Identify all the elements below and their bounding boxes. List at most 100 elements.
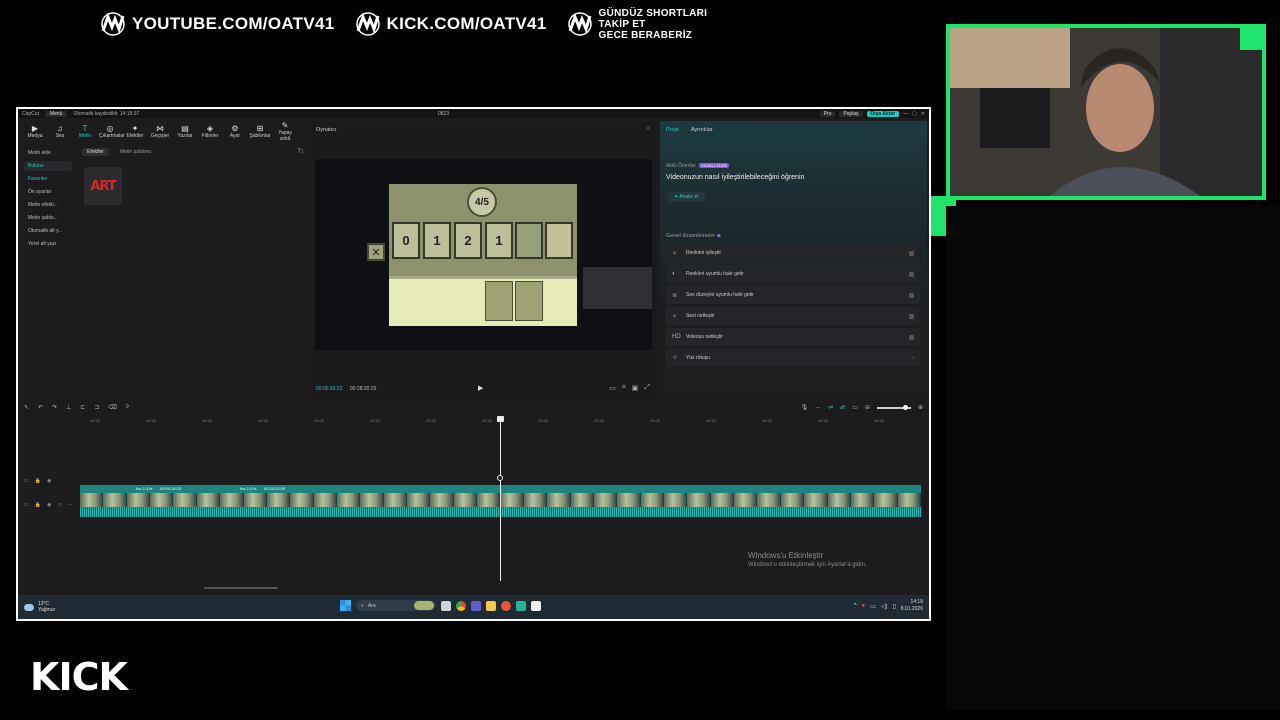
clip-frame	[547, 493, 571, 507]
lock-icon[interactable]: 🔒	[35, 502, 41, 508]
option-match-colors[interactable]: ◐ Renkleri uyumlu hale getir	[666, 265, 920, 283]
video-canvas[interactable]: ✕ 4/5 0 1 2 1	[315, 159, 652, 350]
category-item[interactable]: Yerel alt yazı	[24, 239, 72, 249]
clip-frame	[290, 493, 314, 507]
clock[interactable]: 14:18 8.01.2026	[901, 599, 923, 613]
delete-icon[interactable]: ⌫	[108, 404, 116, 411]
fullscreen-icon[interactable]: ⤢	[644, 384, 650, 392]
tab-effects[interactable]: Efektler	[82, 148, 109, 156]
crop-icon[interactable]: ⌗	[622, 384, 626, 392]
audio-clean-icon: ✧	[672, 313, 678, 320]
search-box[interactable]: ⌕ Ara	[356, 600, 436, 611]
category-item[interactable]: Metin ekle	[24, 148, 72, 158]
zoom-knob[interactable]	[902, 404, 908, 410]
share-button[interactable]: Paylaş	[839, 110, 863, 117]
category-item[interactable]: Favoriler	[24, 174, 72, 184]
tool-effects[interactable]: ✦ Efektler	[124, 124, 146, 139]
ratio-icon[interactable]: ▭	[609, 384, 616, 392]
network-icon[interactable]: ▭	[870, 603, 876, 610]
tool-captions[interactable]: ▤ Yazılar	[174, 124, 196, 139]
eye-icon[interactable]: ◉	[47, 502, 51, 508]
minimize-icon[interactable]: —	[903, 111, 908, 117]
tab-project[interactable]: Proje	[666, 127, 679, 133]
analyze-button[interactable]: ✦ Analiz et	[668, 192, 705, 202]
clip-frame	[897, 493, 921, 507]
sort-icon[interactable]: T↕	[297, 149, 304, 155]
menu-icon[interactable]: ≡	[646, 126, 650, 132]
playhead-line[interactable]	[500, 416, 501, 581]
option-enhance-colors[interactable]: ✧ Renkleri iyileştir	[666, 244, 920, 262]
pro-button[interactable]: Pro	[819, 110, 836, 117]
export-button[interactable]: Dışa Aktar	[866, 110, 900, 117]
more-icon[interactable]: ⋯	[67, 502, 72, 508]
tool-stickers[interactable]: ◎ Çıkartmalar	[99, 124, 125, 139]
category-item[interactable]: Ön ayarlar	[24, 187, 72, 197]
tool-text[interactable]: T Metin	[74, 124, 96, 139]
screen-icon[interactable]: ▣	[632, 384, 639, 392]
preview-axis-icon[interactable]: ⇄	[840, 404, 845, 411]
hd-icon: HD	[672, 334, 681, 340]
toggle[interactable]	[909, 292, 914, 298]
audio-icon: ♫	[57, 123, 63, 133]
eye-icon[interactable]: ◉	[47, 478, 51, 484]
app-icon[interactable]	[531, 600, 541, 611]
marker-icon[interactable]: ◊	[126, 404, 129, 411]
tab-details[interactable]: Ayrıntılar	[691, 127, 713, 133]
tool-filters[interactable]: ◈ Filtreler	[199, 124, 221, 139]
battery-icon[interactable]: ▯	[892, 603, 895, 610]
toggle[interactable]	[909, 313, 914, 319]
split-icon[interactable]: ⊥	[66, 404, 71, 411]
art-effect-thumbnail[interactable]: ART	[84, 167, 122, 205]
teams-icon[interactable]	[471, 600, 481, 611]
cover-icon[interactable]: ▭	[852, 404, 858, 411]
option-face-retouch[interactable]: ☺ Yüz rötuşu ›	[666, 349, 920, 367]
maximize-icon[interactable]: ▢	[912, 111, 917, 117]
toggle[interactable]	[909, 271, 914, 277]
mic-icon[interactable]: 🎙	[801, 404, 809, 411]
tool-media[interactable]: ▶ Medya	[24, 124, 46, 139]
category-item[interactable]: Metin şablo...	[24, 213, 72, 223]
audio-icon[interactable]: ◁	[57, 502, 61, 508]
undo-icon[interactable]: ↶	[38, 404, 43, 411]
playhead-handle[interactable]	[497, 416, 504, 422]
weather-widget[interactable]: 13°C Yağmur	[24, 601, 55, 613]
tool-ai[interactable]: ✎ Yapay zekâ	[274, 121, 296, 142]
category-item[interactable]: Otomatik alt y...	[24, 226, 72, 236]
trim-left-icon[interactable]: ⊏	[80, 404, 85, 411]
mic-tray-icon[interactable]: ●	[862, 603, 866, 609]
option-sharpen-video[interactable]: HD Videoyu netleştir	[666, 328, 920, 346]
tool-audio[interactable]: ♫ Ses	[49, 124, 71, 139]
tool-transitions[interactable]: ⋈ Geçişler	[149, 124, 171, 139]
close-icon[interactable]: ✕	[921, 111, 925, 117]
select-icon[interactable]: ↖	[24, 404, 29, 411]
windows-start-icon[interactable]	[340, 600, 351, 611]
tool-templates[interactable]: ⊞ Şablonlar	[249, 124, 271, 139]
timeline-scrollbar[interactable]	[204, 587, 278, 589]
category-item[interactable]: Metin efekti...	[24, 200, 72, 210]
menu-button[interactable]: Menü	[44, 110, 68, 117]
playhead-marker[interactable]	[497, 475, 503, 481]
redo-icon[interactable]: ↷	[52, 404, 57, 411]
file-explorer-icon[interactable]	[486, 600, 496, 611]
tab-text-templates[interactable]: Metin şablonu	[115, 148, 156, 156]
volume-icon[interactable]: ◁)	[881, 603, 888, 610]
chevron-up-icon[interactable]: ^	[854, 603, 857, 609]
zoom-out-icon[interactable]: ⊖	[865, 404, 870, 411]
brave-icon[interactable]	[501, 600, 511, 611]
tool-adjust[interactable]: ⚙ Ayar	[224, 124, 246, 139]
zoom-slider[interactable]	[876, 404, 911, 410]
toggle[interactable]	[909, 250, 914, 256]
category-item[interactable]: Bulunu	[24, 161, 72, 171]
task-view-icon[interactable]	[441, 600, 451, 611]
snap-icon[interactable]: ⇌	[828, 404, 833, 411]
capcut-taskbar-icon[interactable]	[516, 600, 526, 611]
lock-icon[interactable]: 🔒	[35, 478, 41, 484]
chrome-icon[interactable]	[456, 600, 466, 611]
link-icon[interactable]: ⇔	[815, 405, 821, 411]
option-clean-audio[interactable]: ✧ Sesi netleştir	[666, 307, 920, 325]
toggle[interactable]	[909, 334, 914, 340]
trim-right-icon[interactable]: ⊐	[94, 404, 99, 411]
fit-icon[interactable]: ⊕	[918, 404, 923, 411]
play-icon[interactable]: ▶	[478, 384, 483, 392]
option-normalize-audio[interactable]: ≋ Ses düzeyini uyumlu hale getir	[666, 286, 920, 304]
